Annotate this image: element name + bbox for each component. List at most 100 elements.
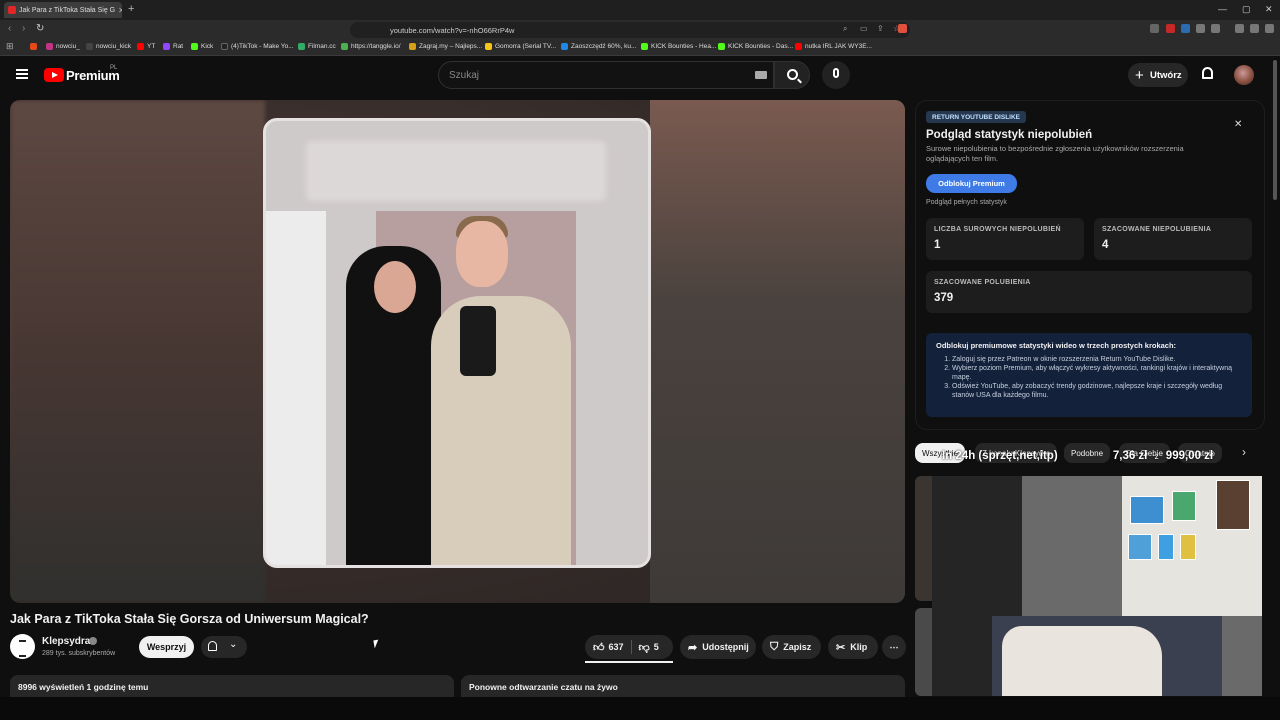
close-icon[interactable]: ✕ <box>1234 119 1242 130</box>
tiktok-icon <box>221 43 228 50</box>
channel-name[interactable]: Klepsydra <box>42 636 90 647</box>
create-button[interactable]: + Utwórz <box>1128 63 1188 87</box>
search-input[interactable]: Szukaj <box>438 61 774 89</box>
notifications-bell-icon[interactable] <box>1202 67 1213 79</box>
recommended-thumbnail[interactable] <box>915 476 933 601</box>
search-button[interactable] <box>774 61 810 89</box>
scrollbar[interactable] <box>1273 60 1277 200</box>
youtube-logo-icon[interactable] <box>44 68 64 82</box>
bookmark-item[interactable]: KICK Bounties - Hea... <box>641 43 716 50</box>
apps-grid-icon[interactable]: ⊞ <box>6 41 14 52</box>
avatar[interactable] <box>1234 65 1254 85</box>
close-window-icon[interactable]: ✕ <box>1265 4 1273 15</box>
more-icon: ⋯ <box>889 641 899 652</box>
unlock-premium-button[interactable]: Odblokuj Premium <box>926 174 1017 193</box>
bookmark-item[interactable]: YT <box>137 43 155 50</box>
clip-button[interactable]: ✂ Klip <box>828 635 878 659</box>
thumbs-up-icon[interactable]: 👍︎ <box>593 641 605 654</box>
stat-label: SZACOWANE NIEPOLUBIENIA <box>1102 226 1212 233</box>
bookmark-label: YT <box>147 43 156 50</box>
bookmark-item[interactable]: nowciu_ <box>46 43 80 50</box>
reload-icon[interactable]: ↻ <box>36 23 44 34</box>
bookmark-item[interactable]: Zagraj.my – Najleps... <box>409 43 482 50</box>
bookmark-item[interactable]: https://tanggle.io/ <box>341 43 401 50</box>
forward-icon[interactable]: › <box>22 23 25 34</box>
recommended-thumbnail[interactable] <box>915 608 933 696</box>
media-icon[interactable] <box>1235 24 1244 33</box>
stream-overlay-text: In 24h (sprzęt,net,itp) 7,36 zł z 999,00… <box>942 450 1213 462</box>
url-text: youtube.com/watch?v=-nhO66RrP4w <box>390 25 515 35</box>
share-page-icon[interactable]: ⇪ <box>877 24 884 33</box>
channel-avatar[interactable] <box>10 634 35 659</box>
like-count[interactable]: 637 <box>609 642 624 652</box>
browser-tab[interactable]: Jak Para z TikToka Stała Się G ✕ <box>4 2 122 18</box>
extension-icon[interactable] <box>1181 24 1190 33</box>
menu-icon[interactable] <box>1265 24 1274 33</box>
browser-tab-bar: Jak Para z TikToka Stała Się G ✕ + — ▢ ✕ <box>0 0 1280 20</box>
bookmark-label: KICK Bounties - Das... <box>728 43 794 50</box>
bookmark-item[interactable]: nutka IRL JAK WY3E... <box>795 43 872 50</box>
chat-replay-label: Ponowne odtwarzanie czatu na żywo <box>469 682 618 692</box>
taskbar <box>0 697 1280 720</box>
back-icon[interactable]: ‹ <box>8 23 11 34</box>
views-and-date: 8996 wyświetleń 1 godzinę temu <box>18 682 149 692</box>
menu-icon[interactable] <box>16 69 28 79</box>
extension-icon[interactable] <box>1196 24 1205 33</box>
share-icon: ➦ <box>688 641 698 654</box>
bookmark-label: nowciu_ <box>56 43 80 50</box>
bookmark-item[interactable] <box>30 43 37 50</box>
video-frame <box>263 118 651 568</box>
chat-replay-box[interactable]: Ponowne odtwarzanie czatu na żywo <box>461 675 905 697</box>
extension-icon[interactable] <box>1166 24 1175 33</box>
bookmark-label: Kick <box>201 43 214 50</box>
bookmark-item[interactable]: KICK Bounties - Das... <box>718 43 793 50</box>
overlay-goal-target: 999,00 zł <box>1165 450 1214 462</box>
minimize-icon[interactable]: — <box>1218 4 1227 14</box>
share-button[interactable]: ➦ Udostępnij <box>680 635 756 659</box>
bookmark-item[interactable]: Rat <box>163 43 183 50</box>
video-blur-left <box>10 100 265 603</box>
search-icon <box>787 69 798 80</box>
video-player[interactable] <box>10 100 905 603</box>
bookmark-item[interactable]: nowciu_kick <box>86 43 131 50</box>
thumbs-down-icon[interactable]: 👎︎ <box>639 641 650 654</box>
bookmark-favicon-icon <box>561 43 568 50</box>
extension-icon[interactable] <box>1150 24 1159 33</box>
bookmark-item[interactable]: Gomorra (Serial TV... <box>485 43 556 50</box>
extension-icon[interactable] <box>1211 24 1220 33</box>
bookmark-label: Zaoszczędź 60%, ku... <box>571 43 637 50</box>
youtube-icon <box>137 43 144 50</box>
close-tab-icon[interactable]: ✕ <box>118 6 122 15</box>
notification-settings-button[interactable]: ⌄ <box>201 636 247 658</box>
support-button[interactable]: Wesprzyj <box>139 636 194 658</box>
voice-search-button[interactable] <box>822 61 850 89</box>
zoom-icon[interactable]: ⌕ <box>843 24 847 34</box>
cast-icon[interactable]: ▭ <box>860 24 868 33</box>
tab-title: Jak Para z TikToka Stała Się G <box>19 6 116 14</box>
address-bar[interactable]: youtube.com/watch?v=-nhO66RrP4w <box>350 22 910 38</box>
share-label: Udostępnij <box>702 642 749 652</box>
bookmark-item[interactable]: Zaoszczędź 60%, ku... <box>561 43 636 50</box>
video-scene-door <box>266 211 326 565</box>
bookmark-item[interactable]: (4)TikTok - Make Yo... <box>221 43 294 50</box>
dislike-count[interactable]: 5 <box>654 642 659 652</box>
bookmark-item[interactable]: Filman.cc <box>298 43 336 50</box>
preview-stats-link[interactable]: Podgląd pełnych statystyk <box>926 199 1007 206</box>
ryd-description: Surowe niepolubienia to bezpośrednie zgł… <box>926 144 1184 164</box>
maximize-icon[interactable]: ▢ <box>1242 4 1251 15</box>
description-box[interactable]: 8996 wyświetleń 1 godzinę temu <box>10 675 454 697</box>
chevron-right-icon[interactable]: › <box>1242 445 1246 459</box>
like-dislike-group: 👍︎ 637 👎︎ 5 <box>585 635 673 659</box>
save-button[interactable]: ⛉ Zapisz <box>762 635 821 659</box>
bookmark-item[interactable]: Kick <box>191 43 213 50</box>
twitch-icon <box>163 43 170 50</box>
brave-shield-icon[interactable] <box>898 24 907 33</box>
webcam-poster <box>1158 534 1174 560</box>
stat-card: LICZBA SUROWYCH NIEPOLUBIEŃ 1 <box>926 218 1084 260</box>
video-person <box>431 296 571 565</box>
profile-icon[interactable] <box>1250 24 1259 33</box>
search-placeholder: Szukaj <box>449 69 480 81</box>
keyboard-icon[interactable] <box>755 71 767 79</box>
more-actions-button[interactable]: ⋯ <box>882 635 906 659</box>
new-tab-icon[interactable]: + <box>128 3 134 15</box>
